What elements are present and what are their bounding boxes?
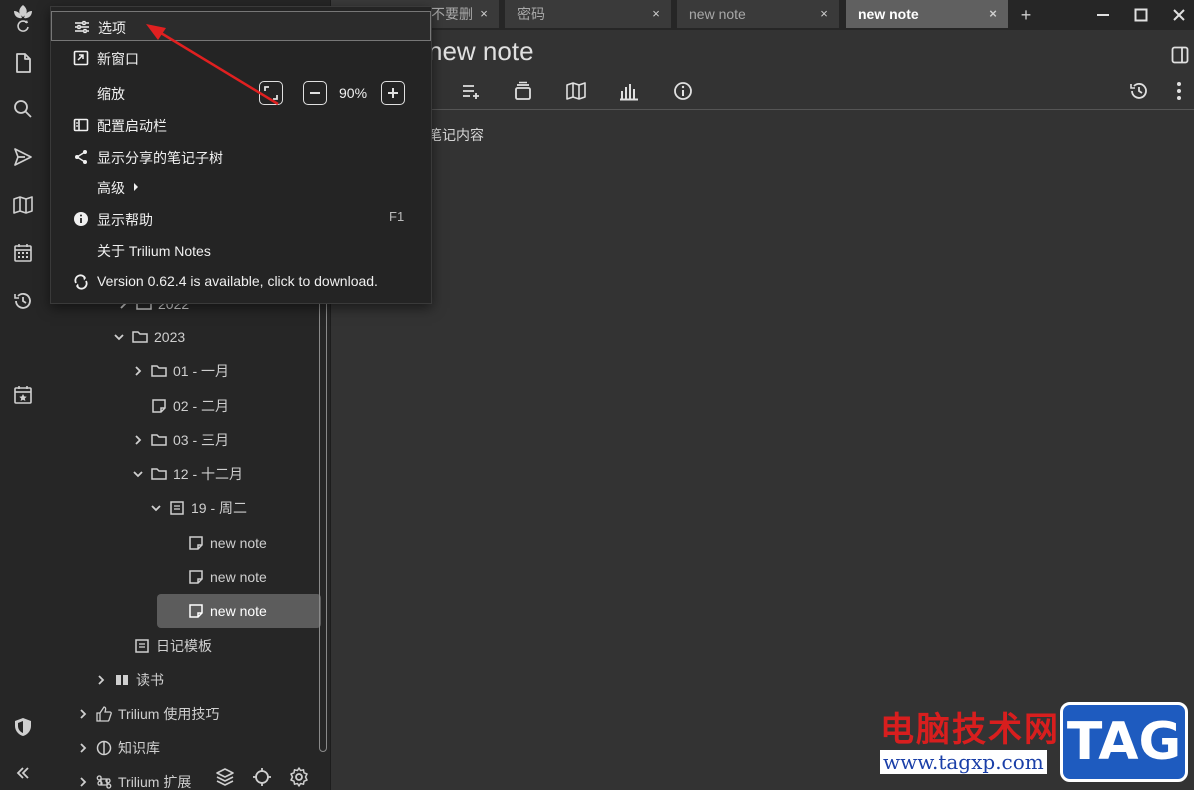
watermark-site-name: 电脑技术网: [880, 710, 1060, 750]
watermark-url: www.tagxp.com: [880, 750, 1047, 774]
watermark: 电脑技术网 www.tagxp.com TAG: [874, 698, 1192, 786]
annotation-arrow-icon: [146, 24, 279, 106]
watermark-tag-logo: TAG: [1060, 702, 1188, 782]
